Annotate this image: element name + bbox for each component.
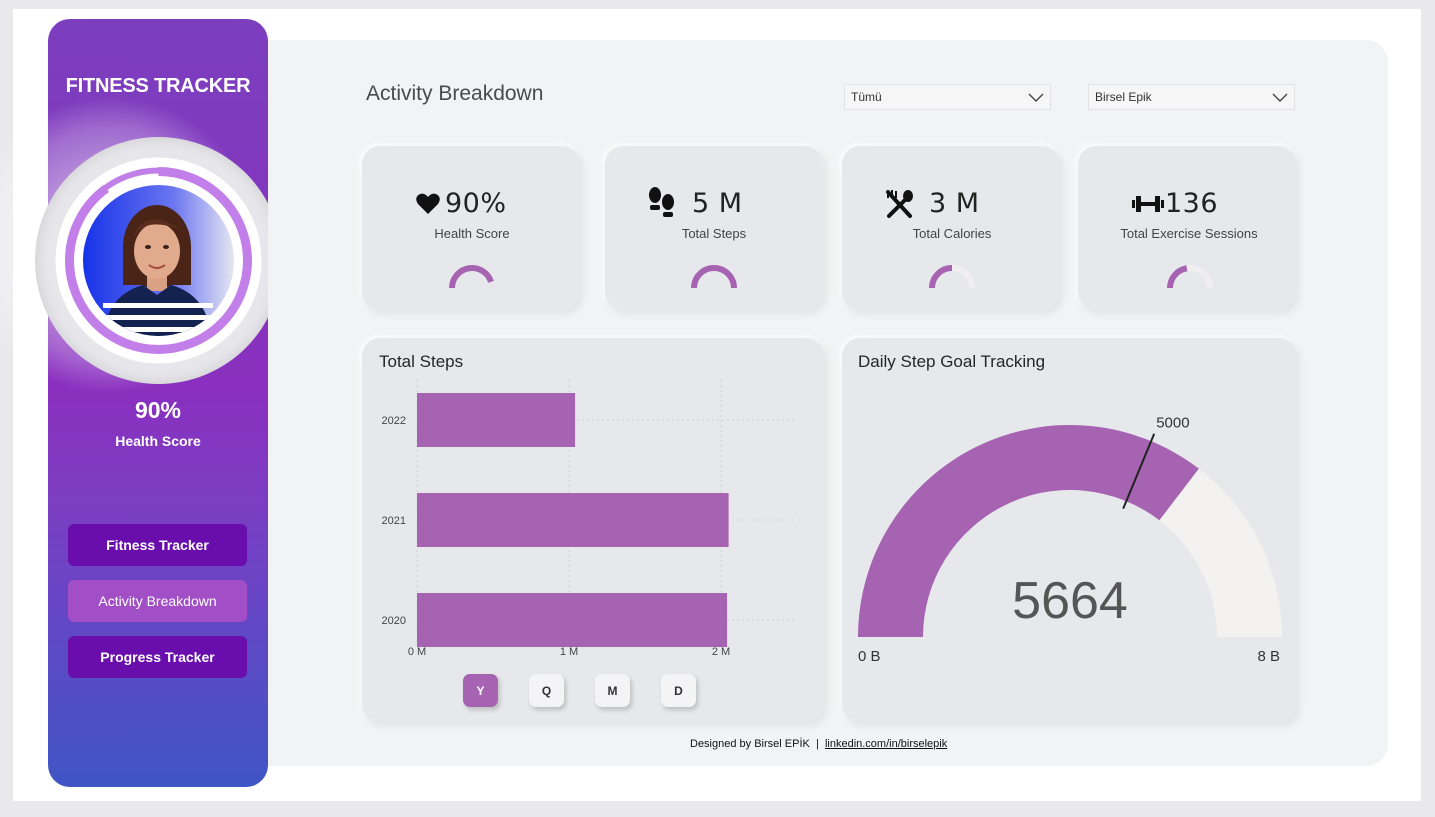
total-steps-title: Total Steps <box>379 352 464 371</box>
kpi-exercise-sessions-value: 136 <box>1165 188 1219 219</box>
kpi-health-score-label: Health Score <box>434 226 510 241</box>
kpi-total-calories-gauge <box>929 265 975 289</box>
health-score-label: Health Score <box>115 433 201 449</box>
kpi-exercise-sessions-label: Total Exercise Sessions <box>1120 226 1258 241</box>
filter-dropdown-1[interactable]: Tümü <box>844 84 1051 110</box>
kpi-health-score-value: 90% <box>445 188 507 219</box>
footer-credit: Designed by Birsel EPİK <box>690 738 810 750</box>
health-score-value: 90% <box>134 397 182 423</box>
gauge-min-label: 0 B <box>858 648 881 665</box>
y-tick-label-2020: 2020 <box>382 615 406 627</box>
sidebar-title: FITNESS TRACKER <box>65 75 251 97</box>
kpi-exercise-sessions-gauge <box>1167 265 1213 289</box>
kpi-total-steps-label: Total Steps <box>681 226 747 241</box>
footer-separator: | <box>815 738 819 750</box>
bar-2020[interactable] <box>417 593 728 647</box>
time-button-quarter[interactable]: Q <box>529 674 564 707</box>
x-tick-label: 2 M <box>712 646 730 658</box>
kpi-total-calories-value: 3 M <box>929 188 980 219</box>
chevron-down-icon <box>1272 93 1288 102</box>
avatar <box>83 185 234 336</box>
bar-2021[interactable] <box>417 493 729 547</box>
fork-spoon-icon <box>886 190 913 218</box>
nav-activity-breakdown-button[interactable]: Activity Breakdown <box>68 580 247 622</box>
kpi-health-score-gauge <box>449 265 495 289</box>
page-title: Activity Breakdown <box>366 82 544 105</box>
kpi-total-steps-gauge <box>691 265 737 289</box>
gauge-value-label: 5664 <box>1012 572 1128 630</box>
kpi-total-steps-value: 5 M <box>692 188 743 219</box>
dumbbell-icon <box>1132 196 1164 212</box>
nav-progress-tracker-button[interactable]: Progress Tracker <box>68 636 247 678</box>
footer-linkedin-link[interactable]: linkedin.com/in/birselepik <box>825 738 947 750</box>
bar-2022[interactable] <box>417 393 576 447</box>
kpi-total-calories-label: Total Calories <box>912 226 992 241</box>
filter-dropdown-2-value: Birsel Epik <box>1095 90 1152 104</box>
time-button-year[interactable]: Y <box>463 674 498 707</box>
time-button-day[interactable]: D <box>661 674 696 707</box>
step-goal-gauge: 5000 5664 0 B 8 B <box>858 415 1282 665</box>
y-tick-label-2021: 2021 <box>382 515 406 527</box>
y-tick-label-2022: 2022 <box>382 415 406 427</box>
filter-dropdown-1-value: Tümü <box>851 90 882 104</box>
heart-icon <box>416 193 440 214</box>
total-steps-bar-chart: 2022 2021 2020 0 M 1 M 2 M <box>382 380 797 658</box>
gauge-max-label: 8 B <box>1257 648 1280 665</box>
filter-dropdown-2[interactable]: Birsel Epik <box>1088 84 1295 110</box>
footprints-icon <box>649 187 674 217</box>
footer: Designed by Birsel EPİK | linkedin.com/i… <box>690 738 947 750</box>
nav-fitness-tracker-button[interactable]: Fitness Tracker <box>68 524 247 566</box>
x-tick-label: 0 M <box>408 646 426 658</box>
gauge-target-label: 5000 <box>1156 415 1189 432</box>
step-goal-title: Daily Step Goal Tracking <box>858 352 1046 371</box>
time-button-month[interactable]: M <box>595 674 630 707</box>
chevron-down-icon <box>1028 93 1044 102</box>
x-tick-label: 1 M <box>560 646 578 658</box>
